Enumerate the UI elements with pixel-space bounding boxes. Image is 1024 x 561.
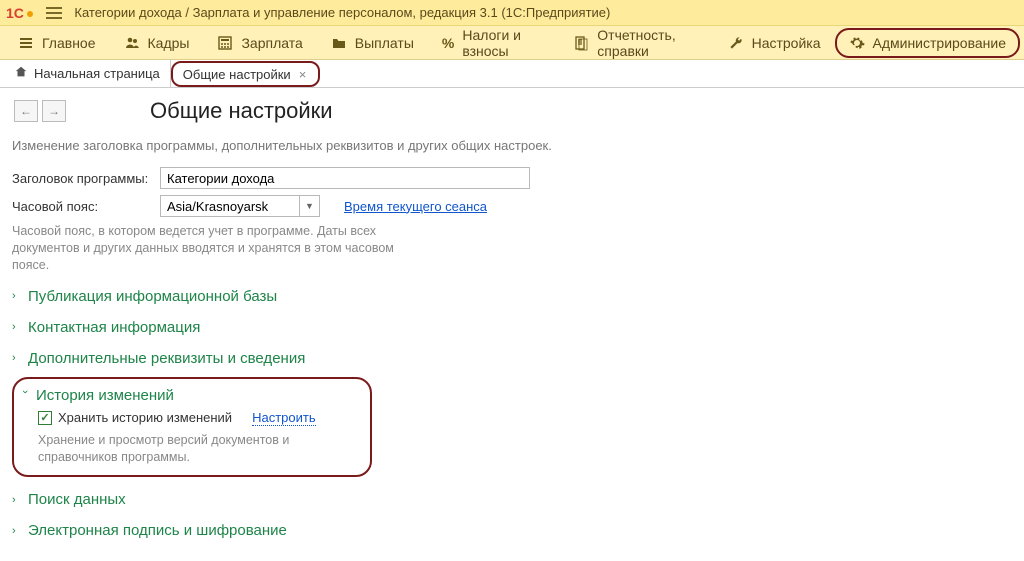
- doc-icon: [573, 35, 589, 51]
- nav-back-button[interactable]: ←: [14, 100, 38, 122]
- menu-kadry[interactable]: Кадры: [110, 28, 204, 58]
- menu-nastroika[interactable]: Настройка: [714, 28, 835, 58]
- section-label: Публикация информационной базы: [28, 288, 277, 305]
- logo-1c: 1C●: [6, 5, 34, 21]
- chevron-right-icon: ›: [12, 494, 22, 506]
- history-configure-link[interactable]: Настроить: [252, 410, 316, 426]
- chevron-down-icon: ›: [19, 390, 31, 400]
- menu-label: Выплаты: [355, 35, 414, 51]
- history-checkbox-row: ✓ Хранить историю изменений Настроить: [38, 410, 358, 426]
- window-titlebar: 1C● Категории дохода / Зарплата и управл…: [0, 0, 1024, 26]
- history-hint: Хранение и просмотр версий документов и …: [38, 432, 358, 466]
- tab-home[interactable]: Начальная страница: [4, 59, 171, 87]
- section-contact-info[interactable]: › Контактная информация: [12, 319, 1012, 336]
- timezone-combo[interactable]: ▼: [160, 195, 320, 217]
- list-icon: [18, 35, 34, 51]
- section-signature[interactable]: › Электронная подпись и шифрование: [12, 522, 1012, 539]
- nav-forward-button[interactable]: →: [42, 100, 66, 122]
- page-title: Общие настройки: [70, 98, 333, 124]
- timezone-hint: Часовой пояс, в котором ведется учет в п…: [12, 223, 432, 274]
- home-icon: [14, 65, 28, 82]
- gear-icon: [849, 35, 865, 51]
- menu-nalogi[interactable]: % Налоги и взносы: [428, 28, 559, 58]
- menu-zarplata[interactable]: Зарплата: [203, 28, 316, 58]
- nav-row: ← → Общие настройки: [0, 88, 1024, 128]
- history-block: › История изменений ✓ Хранить историю из…: [12, 377, 372, 478]
- menu-label: Кадры: [148, 35, 190, 51]
- program-title-row: Заголовок программы:: [12, 167, 1012, 189]
- menu-admin[interactable]: Администрирование: [835, 28, 1021, 58]
- chevron-right-icon: ›: [12, 290, 22, 302]
- menu-label: Настройка: [752, 35, 821, 51]
- chevron-right-icon: ›: [12, 352, 22, 364]
- menu-otchetnost[interactable]: Отчетность, справки: [559, 28, 713, 58]
- timezone-input[interactable]: [160, 195, 300, 217]
- menu-label: Главное: [42, 35, 96, 51]
- session-time-link[interactable]: Время текущего сеанса: [344, 199, 487, 214]
- program-title-input[interactable]: [160, 167, 530, 189]
- people-icon: [124, 35, 140, 51]
- section-label: История изменений: [36, 387, 174, 404]
- chevron-right-icon: ›: [12, 525, 22, 537]
- folder-icon: [331, 35, 347, 51]
- menu-label: Отчетность, справки: [597, 27, 699, 59]
- section-panel: Главное Кадры Зарплата Выплаты % Налоги …: [0, 26, 1024, 60]
- wrench-icon: [728, 35, 744, 51]
- tab-label: Начальная страница: [34, 66, 160, 81]
- menu-label: Зарплата: [241, 35, 302, 51]
- menu-main[interactable]: Главное: [4, 28, 110, 58]
- open-windows-tabbar: Начальная страница Общие настройки ×: [0, 60, 1024, 88]
- timezone-row: Часовой пояс: ▼ Время текущего сеанса: [12, 195, 1012, 217]
- section-label: Контактная информация: [28, 319, 200, 336]
- content-area: Изменение заголовка программы, дополните…: [0, 128, 1024, 561]
- calc-icon: [217, 35, 233, 51]
- tab-general-settings[interactable]: Общие настройки ×: [171, 61, 321, 87]
- section-history[interactable]: › История изменений: [20, 387, 358, 404]
- section-label: Дополнительные реквизиты и сведения: [28, 350, 305, 367]
- page-description: Изменение заголовка программы, дополните…: [12, 138, 1012, 153]
- main-menu-icon[interactable]: [42, 3, 66, 23]
- program-title-label: Заголовок программы:: [12, 171, 152, 186]
- section-label: Электронная подпись и шифрование: [28, 522, 287, 539]
- section-search[interactable]: › Поиск данных: [12, 491, 1012, 508]
- chevron-down-icon[interactable]: ▼: [300, 195, 320, 217]
- section-publication[interactable]: › Публикация информационной базы: [12, 288, 1012, 305]
- menu-label: Администрирование: [873, 35, 1007, 51]
- window-title: Категории дохода / Зарплата и управление…: [74, 5, 610, 20]
- section-label: Поиск данных: [28, 491, 126, 508]
- timezone-label: Часовой пояс:: [12, 199, 152, 214]
- store-history-checkbox[interactable]: ✓: [38, 411, 52, 425]
- chevron-right-icon: ›: [12, 321, 22, 333]
- tab-label: Общие настройки: [183, 67, 291, 82]
- section-additional-props[interactable]: › Дополнительные реквизиты и сведения: [12, 350, 1012, 367]
- percent-icon: %: [442, 35, 454, 51]
- menu-vyplaty[interactable]: Выплаты: [317, 28, 428, 58]
- store-history-label: Хранить историю изменений: [58, 410, 232, 425]
- close-icon[interactable]: ×: [297, 67, 309, 82]
- menu-label: Налоги и взносы: [462, 27, 545, 59]
